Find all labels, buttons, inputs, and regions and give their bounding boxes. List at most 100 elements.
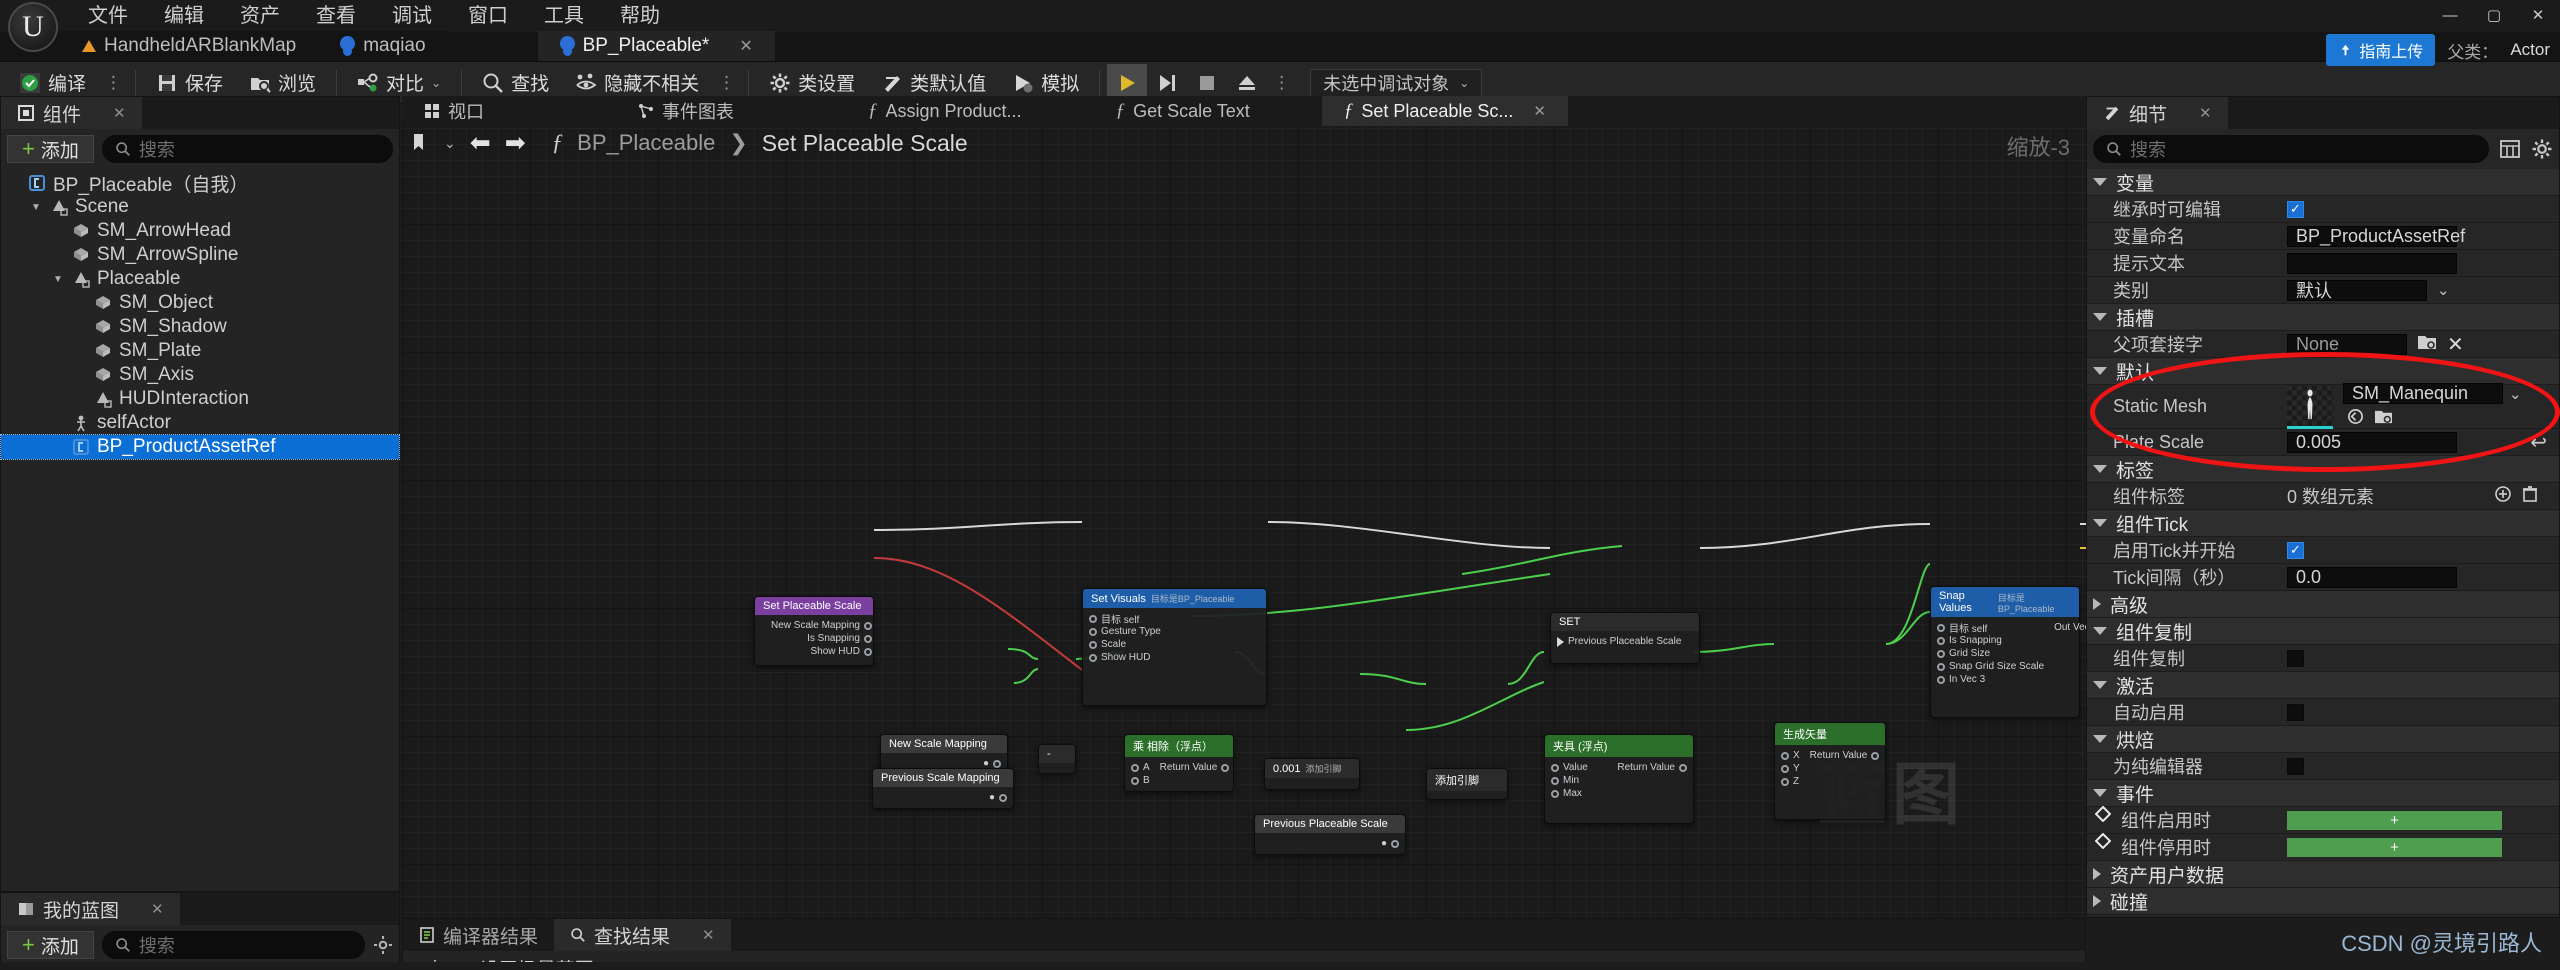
chevron-down-icon[interactable]: ⌄ [2509, 385, 2522, 403]
menu-item-view[interactable]: 查看 [298, 0, 374, 32]
back-arrow-icon[interactable] [2347, 408, 2364, 430]
node-output-pin-row[interactable]: Return Value [1810, 749, 1880, 762]
blueprint-graph-area[interactable]: 视口 事件图表 ƒ Assign Product... ƒ Get Scale … [402, 96, 2086, 918]
details-text-input[interactable]: BP_ProductAssetRef [2287, 225, 2465, 247]
tab-components[interactable]: 组件 ✕ [1, 97, 142, 129]
details-category-header[interactable]: 组件复制 [2087, 618, 2559, 645]
pin-icon[interactable] [1221, 763, 1230, 772]
component-tree-item[interactable]: HUDInteraction [1, 387, 399, 411]
menu-item-tools[interactable]: 工具 [526, 0, 602, 32]
pin-icon[interactable] [1781, 764, 1789, 773]
details-category-header[interactable]: 标签 [2087, 456, 2559, 483]
grid-view-icon[interactable] [2499, 138, 2521, 160]
gear-icon[interactable] [373, 935, 393, 955]
details-category-header[interactable]: 变量 [2087, 169, 2559, 196]
asset-tab-handheldarblankmap[interactable]: HandheldARBlankMap [60, 31, 319, 61]
node-output-pin-row[interactable]: Is Snapping [771, 632, 872, 645]
pin-icon[interactable] [1089, 627, 1097, 636]
pin-icon[interactable] [999, 793, 1007, 802]
pin-icon[interactable] [1781, 751, 1789, 760]
node-input-pin-row[interactable]: Gesture Type [1089, 625, 1161, 638]
chevron-right-icon[interactable] [2093, 868, 2101, 880]
asset-tab-bp-placeable[interactable]: BP_Placeable* ✕ [537, 31, 775, 61]
chevron-down-icon[interactable] [2093, 367, 2107, 375]
blueprint-node[interactable]: 添加引脚 [1426, 768, 1508, 800]
blueprint-node[interactable]: 夹具 (浮点) Value Min Max Return Value [1544, 734, 1694, 824]
myblueprint-search-input[interactable]: 搜索 [101, 931, 365, 959]
pin-icon[interactable] [1551, 763, 1559, 772]
close-icon[interactable]: ✕ [151, 900, 164, 918]
play-options-kebab[interactable]: ⋮ [1267, 73, 1296, 93]
node-output-pin-row[interactable]: Out Vec 3 [2054, 621, 2086, 634]
details-checkbox[interactable]: ✓ [2287, 541, 2304, 559]
blueprint-node[interactable]: 乘 相除（浮点） A B Return Value [1124, 734, 1234, 792]
chevron-right-icon[interactable] [2093, 598, 2101, 610]
guide-upload-button[interactable]: 指南上传 [2326, 34, 2436, 66]
add-blueprint-item-button[interactable]: + 添加 [7, 931, 94, 959]
reset-arrow-icon[interactable]: ↩ [2530, 430, 2547, 455]
node-output-pin-row[interactable]: ● [1381, 837, 1399, 850]
node-output-pin-row[interactable]: ● [989, 791, 1007, 804]
components-search-input[interactable]: 搜索 [101, 135, 393, 163]
menu-item-help[interactable]: 帮助 [602, 0, 678, 32]
details-category-header[interactable]: 激活 [2087, 672, 2559, 699]
blueprint-node[interactable]: 生成矢量 X Y Z Return Value [1774, 722, 1886, 820]
pin-icon[interactable] [1679, 763, 1687, 772]
browse-icon[interactable] [2417, 333, 2437, 356]
pin-icon[interactable] [1937, 662, 1945, 671]
node-output-pin-row[interactable]: New Scale Mapping [771, 619, 872, 632]
details-checkbox[interactable] [2287, 757, 2304, 775]
details-asset-value[interactable]: None [2287, 333, 2407, 355]
blueprint-node[interactable]: Set Visuals 目标是BP_Placeable 目标 self Gesture… [1082, 588, 1267, 706]
trash-icon[interactable] [2522, 485, 2538, 508]
details-category-header[interactable]: 事件 [2087, 780, 2559, 807]
details-category-header[interactable]: 高级 [2087, 591, 2559, 618]
add-event-button[interactable]: + [2287, 837, 2502, 857]
tab-details[interactable]: 细节 ✕ [2087, 97, 2228, 129]
blueprint-node[interactable]: Previous Placeable Scale ● [1254, 814, 1406, 855]
blueprint-node[interactable]: Snap Values 目标是BP_Placeable 目标 self Is Snap… [1930, 586, 2086, 718]
tab-compiler-results[interactable]: 编译器结果 [403, 919, 555, 951]
details-text-input[interactable]: 0.005 [2287, 431, 2457, 453]
details-category-header[interactable]: 烘焙 [2087, 726, 2559, 753]
pin-icon[interactable] [1551, 789, 1559, 798]
pin-icon[interactable] [1937, 649, 1945, 658]
details-combo-value[interactable]: 默认 [2287, 279, 2427, 301]
pin-icon[interactable] [1781, 777, 1789, 786]
node-input-pin-row[interactable]: Grid Size [1937, 647, 2044, 660]
close-icon[interactable]: ✕ [702, 926, 715, 944]
parent-class-value[interactable]: Actor [2510, 40, 2550, 60]
component-tree-item[interactable]: SM_Shadow [1, 315, 399, 339]
pin-icon[interactable] [1871, 751, 1880, 760]
component-tree-item[interactable]: BP_ProductAssetRef [0, 434, 400, 460]
node-output-pin-row[interactable]: Show HUD [771, 645, 872, 658]
pin-icon[interactable] [1391, 839, 1399, 848]
blueprint-node-layer[interactable]: Set Placeable Scale New Scale Mapping Is S… [402, 96, 2086, 918]
chevron-down-icon[interactable] [2093, 178, 2107, 186]
node-input-pin-row[interactable]: Value [1551, 761, 1588, 774]
chevron-down-icon[interactable] [2093, 313, 2107, 321]
node-input-pin-row[interactable]: Y [1781, 762, 1800, 775]
blueprint-node[interactable]: 0.001 添加引脚 [1264, 758, 1360, 790]
pin-icon[interactable] [1937, 623, 1945, 632]
pin-icon[interactable] [863, 621, 872, 630]
close-icon[interactable]: ✕ [739, 36, 752, 56]
pin-icon[interactable] [1089, 614, 1097, 623]
node-input-pin-row[interactable]: 目标 self [1937, 621, 2044, 635]
pin-icon[interactable] [1557, 636, 1564, 647]
node-input-pin-row[interactable]: Previous Placeable Scale [1557, 635, 1681, 648]
add-circle-icon[interactable] [2494, 485, 2512, 508]
component-tree-item[interactable]: SM_Object [1, 291, 399, 315]
hide-unrelated-kebab[interactable]: ⋮ [712, 73, 741, 93]
details-text-input[interactable] [2287, 252, 2457, 274]
component-tree-item[interactable]: selfActor [1, 411, 399, 435]
details-checkbox[interactable] [2287, 703, 2304, 721]
details-category-header[interactable]: 碰撞 [2087, 888, 2559, 915]
pin-icon[interactable] [1089, 653, 1097, 662]
details-category-header[interactable]: 组件Tick [2087, 510, 2559, 537]
compile-options-kebab[interactable]: ⋮ [99, 73, 128, 93]
node-input-pin-row[interactable]: Show HUD [1089, 651, 1161, 664]
node-input-pin-row[interactable]: X [1781, 749, 1800, 762]
pin-icon[interactable] [863, 647, 872, 656]
component-tree-item[interactable]: ▼ Placeable [1, 267, 399, 291]
